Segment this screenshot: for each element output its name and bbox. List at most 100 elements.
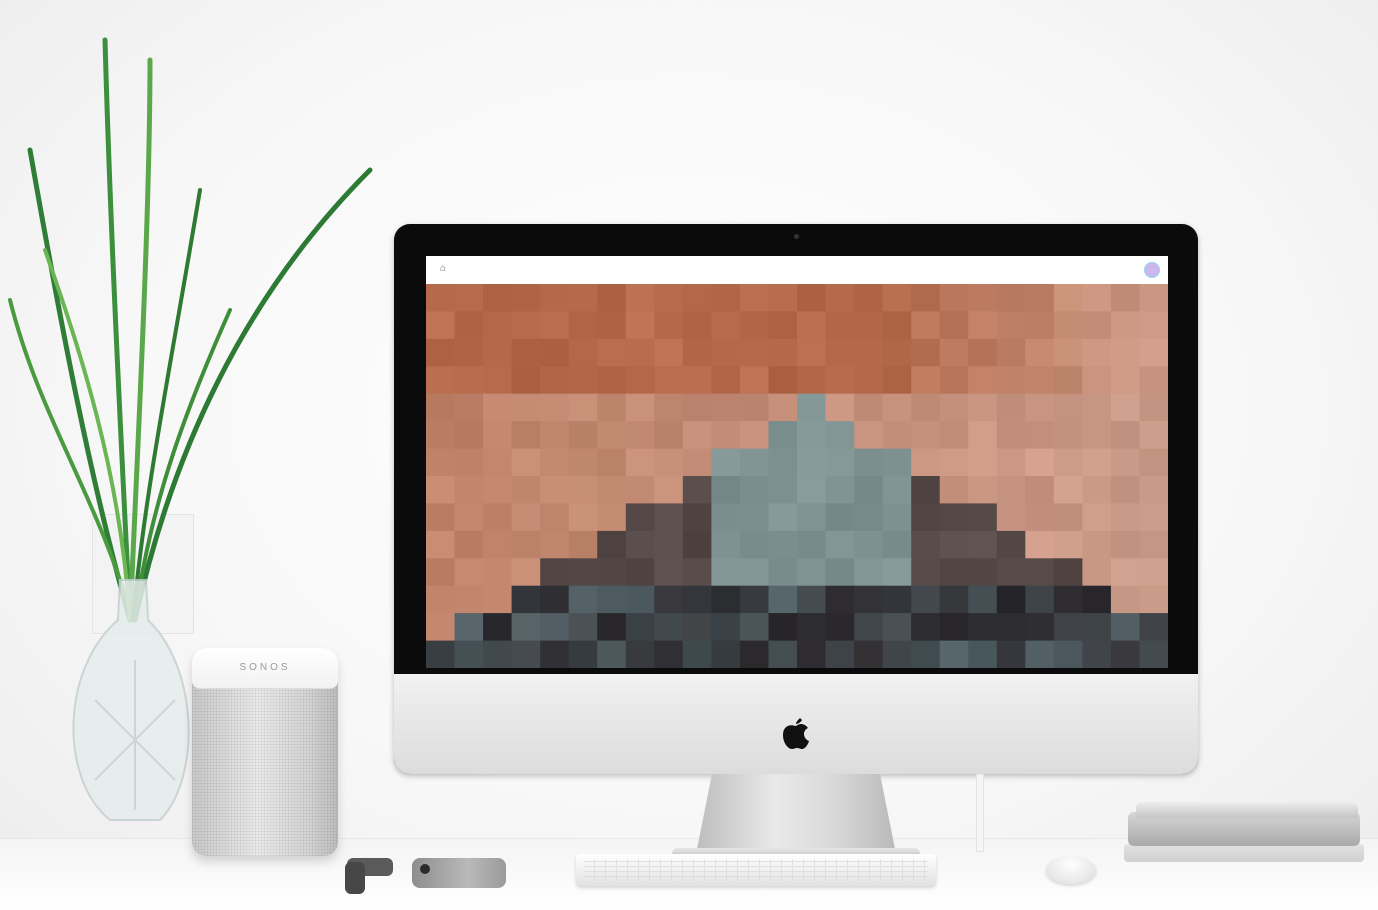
hero-mosaic-block — [711, 503, 741, 532]
hero-mosaic-block — [682, 613, 712, 642]
hero-mosaic-block — [968, 640, 998, 668]
hero-mosaic-block — [1053, 585, 1083, 614]
hero-mosaic-block — [996, 421, 1026, 450]
hero-mosaic-block — [1025, 558, 1055, 587]
hero-mosaic-block — [1082, 585, 1112, 614]
hero-mosaic-block — [426, 284, 456, 312]
hero-mosaic-block — [1110, 366, 1140, 395]
hero-mosaic-block — [911, 284, 941, 312]
hero-mosaic-block — [454, 421, 484, 450]
hero-mosaic-block — [1053, 393, 1083, 422]
hero-mosaic-block — [854, 338, 884, 367]
hero-mosaic-block — [739, 284, 769, 312]
hero-mosaic-block — [882, 640, 912, 668]
hero-mosaic-block — [1110, 476, 1140, 504]
hero-mosaic-block — [825, 585, 855, 614]
hero-mosaic-block — [939, 421, 969, 450]
hero-mosaic-block — [597, 558, 627, 587]
hero-mosaic-block — [939, 338, 969, 367]
hero-mosaic-block — [996, 640, 1026, 668]
hero-mosaic-block — [996, 476, 1026, 504]
mouse — [1046, 856, 1096, 884]
hero-mosaic-block — [797, 503, 827, 532]
hero-mosaic-block — [654, 585, 684, 614]
hero-mosaic-block — [625, 284, 655, 312]
hero-mosaic-block — [739, 530, 769, 559]
hero-mosaic-block — [768, 640, 798, 668]
hero-mosaic-block — [711, 558, 741, 587]
hero-mosaic-block — [854, 311, 884, 340]
nav-menu — [614, 256, 698, 284]
hero-mosaic-block — [854, 448, 884, 477]
hero-mosaic-block — [483, 530, 513, 559]
hero-mosaic-block — [654, 613, 684, 642]
hero-mosaic-block — [454, 530, 484, 559]
hero-mosaic-block — [540, 393, 570, 422]
hero-mosaic-block — [968, 393, 998, 422]
hero-mosaic-block — [682, 421, 712, 450]
hero-mosaic-block — [768, 530, 798, 559]
user-avatar-icon[interactable] — [1144, 262, 1160, 278]
hero-mosaic-block — [1110, 311, 1140, 340]
hero-mosaic-block — [511, 448, 541, 477]
hero-mosaic-block — [625, 503, 655, 532]
hero-mosaic-block — [454, 366, 484, 395]
hero-mosaic-block — [511, 503, 541, 532]
hero-mosaic-block — [1082, 613, 1112, 642]
hero-mosaic-block — [1139, 284, 1168, 312]
hero-mosaic-block — [426, 311, 456, 340]
hero-mosaic-block — [682, 530, 712, 559]
hero-mosaic-block — [511, 311, 541, 340]
hero-mosaic-block — [797, 338, 827, 367]
hero-mosaic-block — [825, 476, 855, 504]
hero-mosaic-block — [768, 284, 798, 312]
hero-mosaic-block — [568, 366, 598, 395]
hero-mosaic-block — [911, 530, 941, 559]
hero-mosaic-block — [768, 476, 798, 504]
hero-mosaic-block — [911, 421, 941, 450]
phone-camera-icon — [420, 864, 430, 874]
monitor-stand — [696, 774, 896, 854]
hero-mosaic-block — [654, 503, 684, 532]
hero-mosaic-block — [511, 640, 541, 668]
hero-mosaic-block — [996, 311, 1026, 340]
hero-mosaic-block — [968, 476, 998, 504]
hero-mosaic-block — [1139, 366, 1168, 395]
hero-mosaic-block — [1139, 393, 1168, 422]
hero-mosaic-block — [454, 613, 484, 642]
hero-mosaic-block — [797, 558, 827, 587]
hero-mosaic-block — [968, 311, 998, 340]
hero-mosaic-block — [426, 366, 456, 395]
hero-mosaic-block — [597, 585, 627, 614]
hero-mosaic-block — [1053, 311, 1083, 340]
hero-mosaic-block — [1053, 530, 1083, 559]
hero-mosaic-block — [625, 640, 655, 668]
hero-mosaic-block — [711, 613, 741, 642]
hero-mosaic-block — [711, 476, 741, 504]
logo-icon[interactable]: ⌂ — [440, 263, 452, 275]
hero-mosaic-block — [625, 530, 655, 559]
hero-mosaic-block — [739, 585, 769, 614]
hero-mosaic-block — [825, 421, 855, 450]
hero-mosaic-block — [882, 421, 912, 450]
hero-mosaic-block — [1025, 393, 1055, 422]
hero-mosaic-block — [568, 558, 598, 587]
hero-mosaic-block — [511, 393, 541, 422]
site-navbar: ⌂ — [426, 256, 1168, 284]
hero-mosaic-block — [454, 448, 484, 477]
hero-mosaic-block — [511, 476, 541, 504]
hero-mosaic-block — [511, 366, 541, 395]
hero-mosaic-block — [426, 421, 456, 450]
hero-mosaic-block — [1082, 530, 1112, 559]
hero-mosaic-block — [797, 640, 827, 668]
hero-mosaic-block — [568, 585, 598, 614]
hero-mosaic-block — [454, 585, 484, 614]
hero-mosaic-block — [711, 585, 741, 614]
hero-mosaic-block — [625, 448, 655, 477]
hero-mosaic-block — [939, 613, 969, 642]
hero-mosaic-block — [1082, 640, 1112, 668]
hero-mosaic-block — [483, 311, 513, 340]
hero-mosaic-block — [911, 366, 941, 395]
hero-mosaic-block — [454, 640, 484, 668]
hero-mosaic-block — [739, 448, 769, 477]
